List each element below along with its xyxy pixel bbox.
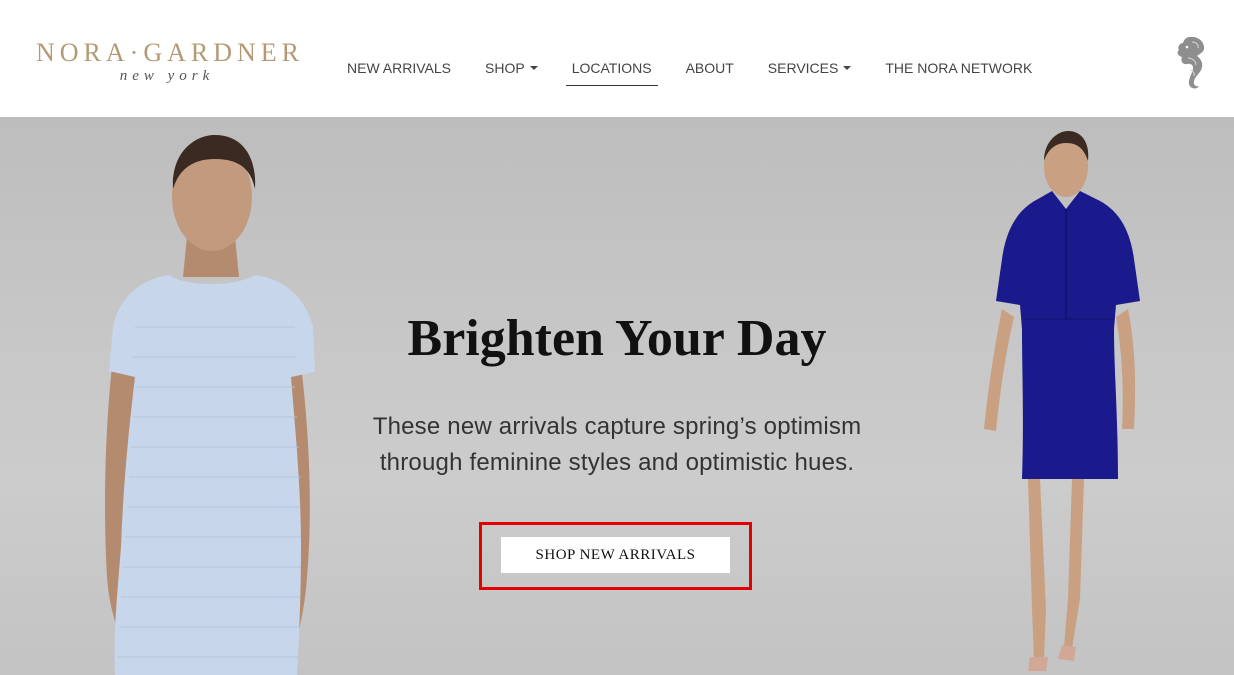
nav-label: NEW ARRIVALS [347, 60, 451, 76]
hero-headline: Brighten Your Day [407, 310, 827, 367]
caret-down-icon [529, 66, 538, 71]
model-navy-dress-image [984, 131, 1140, 671]
shop-new-arrivals-button[interactable]: SHOP NEW ARRIVALS [501, 537, 730, 573]
nav-nora-network[interactable]: THE NORA NETWORK [868, 56, 1049, 86]
hero-subtext: These new arrivals capture spring’s opti… [330, 409, 904, 481]
logo-subtitle: new york [119, 68, 215, 84]
model-light-blue-dress-image [105, 135, 315, 675]
nav-label: LOCATIONS [571, 60, 652, 76]
logo-brand: NORA·GARDNER [36, 38, 304, 67]
nav-shop[interactable]: SHOP [468, 56, 555, 86]
nav-label: THE NORA NETWORK [885, 60, 1033, 76]
nav-label: SHOP [485, 60, 525, 76]
nav-new-arrivals[interactable]: NEW ARRIVALS [330, 56, 468, 86]
site-header: NORA·GARDNER new york NEW ARRIVALS SHOP … [0, 0, 1234, 117]
hero-subtext-line-2: through feminine styles and optimistic h… [379, 449, 855, 476]
hero-banner: Brighten Your Day These new arrivals cap… [0, 117, 1234, 675]
hero-subtext-line-1: These new arrivals capture spring’s opti… [372, 413, 862, 440]
seahorse-icon[interactable] [1168, 34, 1212, 90]
nav-locations[interactable]: LOCATIONS [555, 56, 669, 86]
nav-about[interactable]: ABOUT [669, 56, 751, 86]
logo[interactable]: NORA·GARDNER new york [36, 38, 304, 84]
nav-services[interactable]: SERVICES [751, 56, 869, 86]
caret-down-icon [843, 66, 852, 71]
nav-label: SERVICES [767, 60, 839, 76]
nav-label: ABOUT [685, 60, 734, 76]
main-nav: NEW ARRIVALS SHOP LOCATIONS ABOUT SERVIC… [330, 56, 1049, 86]
